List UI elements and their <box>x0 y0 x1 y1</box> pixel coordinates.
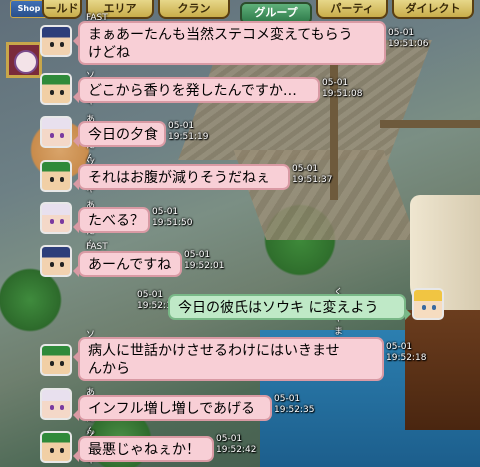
timestamp: 05-01 19:52:42 <box>216 434 257 455</box>
message-bubble[interactable]: 最悪じゃねぇか！ <box>73 436 214 462</box>
tab-party[interactable]: パーティ <box>316 0 388 19</box>
message-bubble[interactable]: 今日の彼氏はソウキ に変えよう <box>168 294 411 320</box>
timestamp: 05-01 19:51:08 <box>322 78 363 99</box>
timestamp: 05-01 19:51:50 <box>152 207 193 228</box>
message-text: まぁあーたんも当然ステコメ変えてもらう <box>88 27 353 43</box>
message-text: 病人に世話かけさせるわけにはいきませ <box>88 343 340 359</box>
message-text: 今日の彼氏はソウキ に変えよう <box>178 300 379 316</box>
message-bubble[interactable]: たべる？ <box>73 207 150 233</box>
message-text: けどね <box>88 45 130 61</box>
timestamp: 05-01 19:52:35 <box>274 394 315 415</box>
tab-world[interactable]: ールド <box>42 0 82 19</box>
green-hat-avatar[interactable] <box>40 431 72 463</box>
message-text: それはお腹が減りそうだねぇ <box>88 170 270 186</box>
message-text: たべる？ <box>88 213 144 229</box>
white-hair-avatar[interactable] <box>40 388 72 420</box>
message-text: 最悪じゃねぇか！ <box>88 442 200 458</box>
blue-hair-avatar[interactable] <box>40 25 72 57</box>
message-bubble[interactable]: あーんですね <box>73 251 182 277</box>
message-text: んから <box>88 361 130 377</box>
message-text: インフル増し増しであげる <box>88 401 256 417</box>
message-text: あーんですね <box>88 257 172 273</box>
message-bubble[interactable]: 病人に世話かけさせるわけにはいきませ んから <box>73 337 384 381</box>
timestamp: 05-01 19:51:19 <box>168 121 209 142</box>
character-face-icon <box>14 50 38 74</box>
message-bubble[interactable]: インフル増し増しであげる <box>73 395 272 421</box>
own-character-portrait[interactable] <box>6 42 42 78</box>
message-bubble[interactable]: それはお腹が減りそうだねぇ <box>73 164 290 190</box>
tab-direct[interactable]: ダイレクト <box>392 0 474 19</box>
green-hat-avatar[interactable] <box>40 160 72 192</box>
tab-clan[interactable]: クラン <box>158 0 230 19</box>
timestamp: 05-01 19:52:18 <box>386 342 427 363</box>
white-hair-avatar[interactable] <box>40 116 72 148</box>
message-text: どこから香りを発したんですか… <box>88 83 297 99</box>
timestamp: 05-01 19:52:01 <box>184 250 225 271</box>
message-bubble[interactable]: まぁあーたんも当然ステコメ変えてもらう けどね <box>73 21 386 65</box>
message-text: 今日の夕食 <box>88 127 158 143</box>
green-hat-avatar[interactable] <box>40 73 72 105</box>
message-bubble[interactable]: どこから香りを発したんですか… <box>73 77 320 103</box>
white-hair-avatar[interactable] <box>40 202 72 234</box>
timestamp: 05-01 19:51:37 <box>292 164 333 185</box>
message-bubble[interactable]: 今日の夕食 <box>73 121 166 147</box>
timestamp: 05-01 19:51:06 <box>388 28 429 49</box>
green-hat-avatar[interactable] <box>40 344 72 376</box>
blond-hair-avatar[interactable] <box>412 288 444 320</box>
blue-hair-avatar[interactable] <box>40 245 72 277</box>
ship-hull <box>405 310 480 430</box>
